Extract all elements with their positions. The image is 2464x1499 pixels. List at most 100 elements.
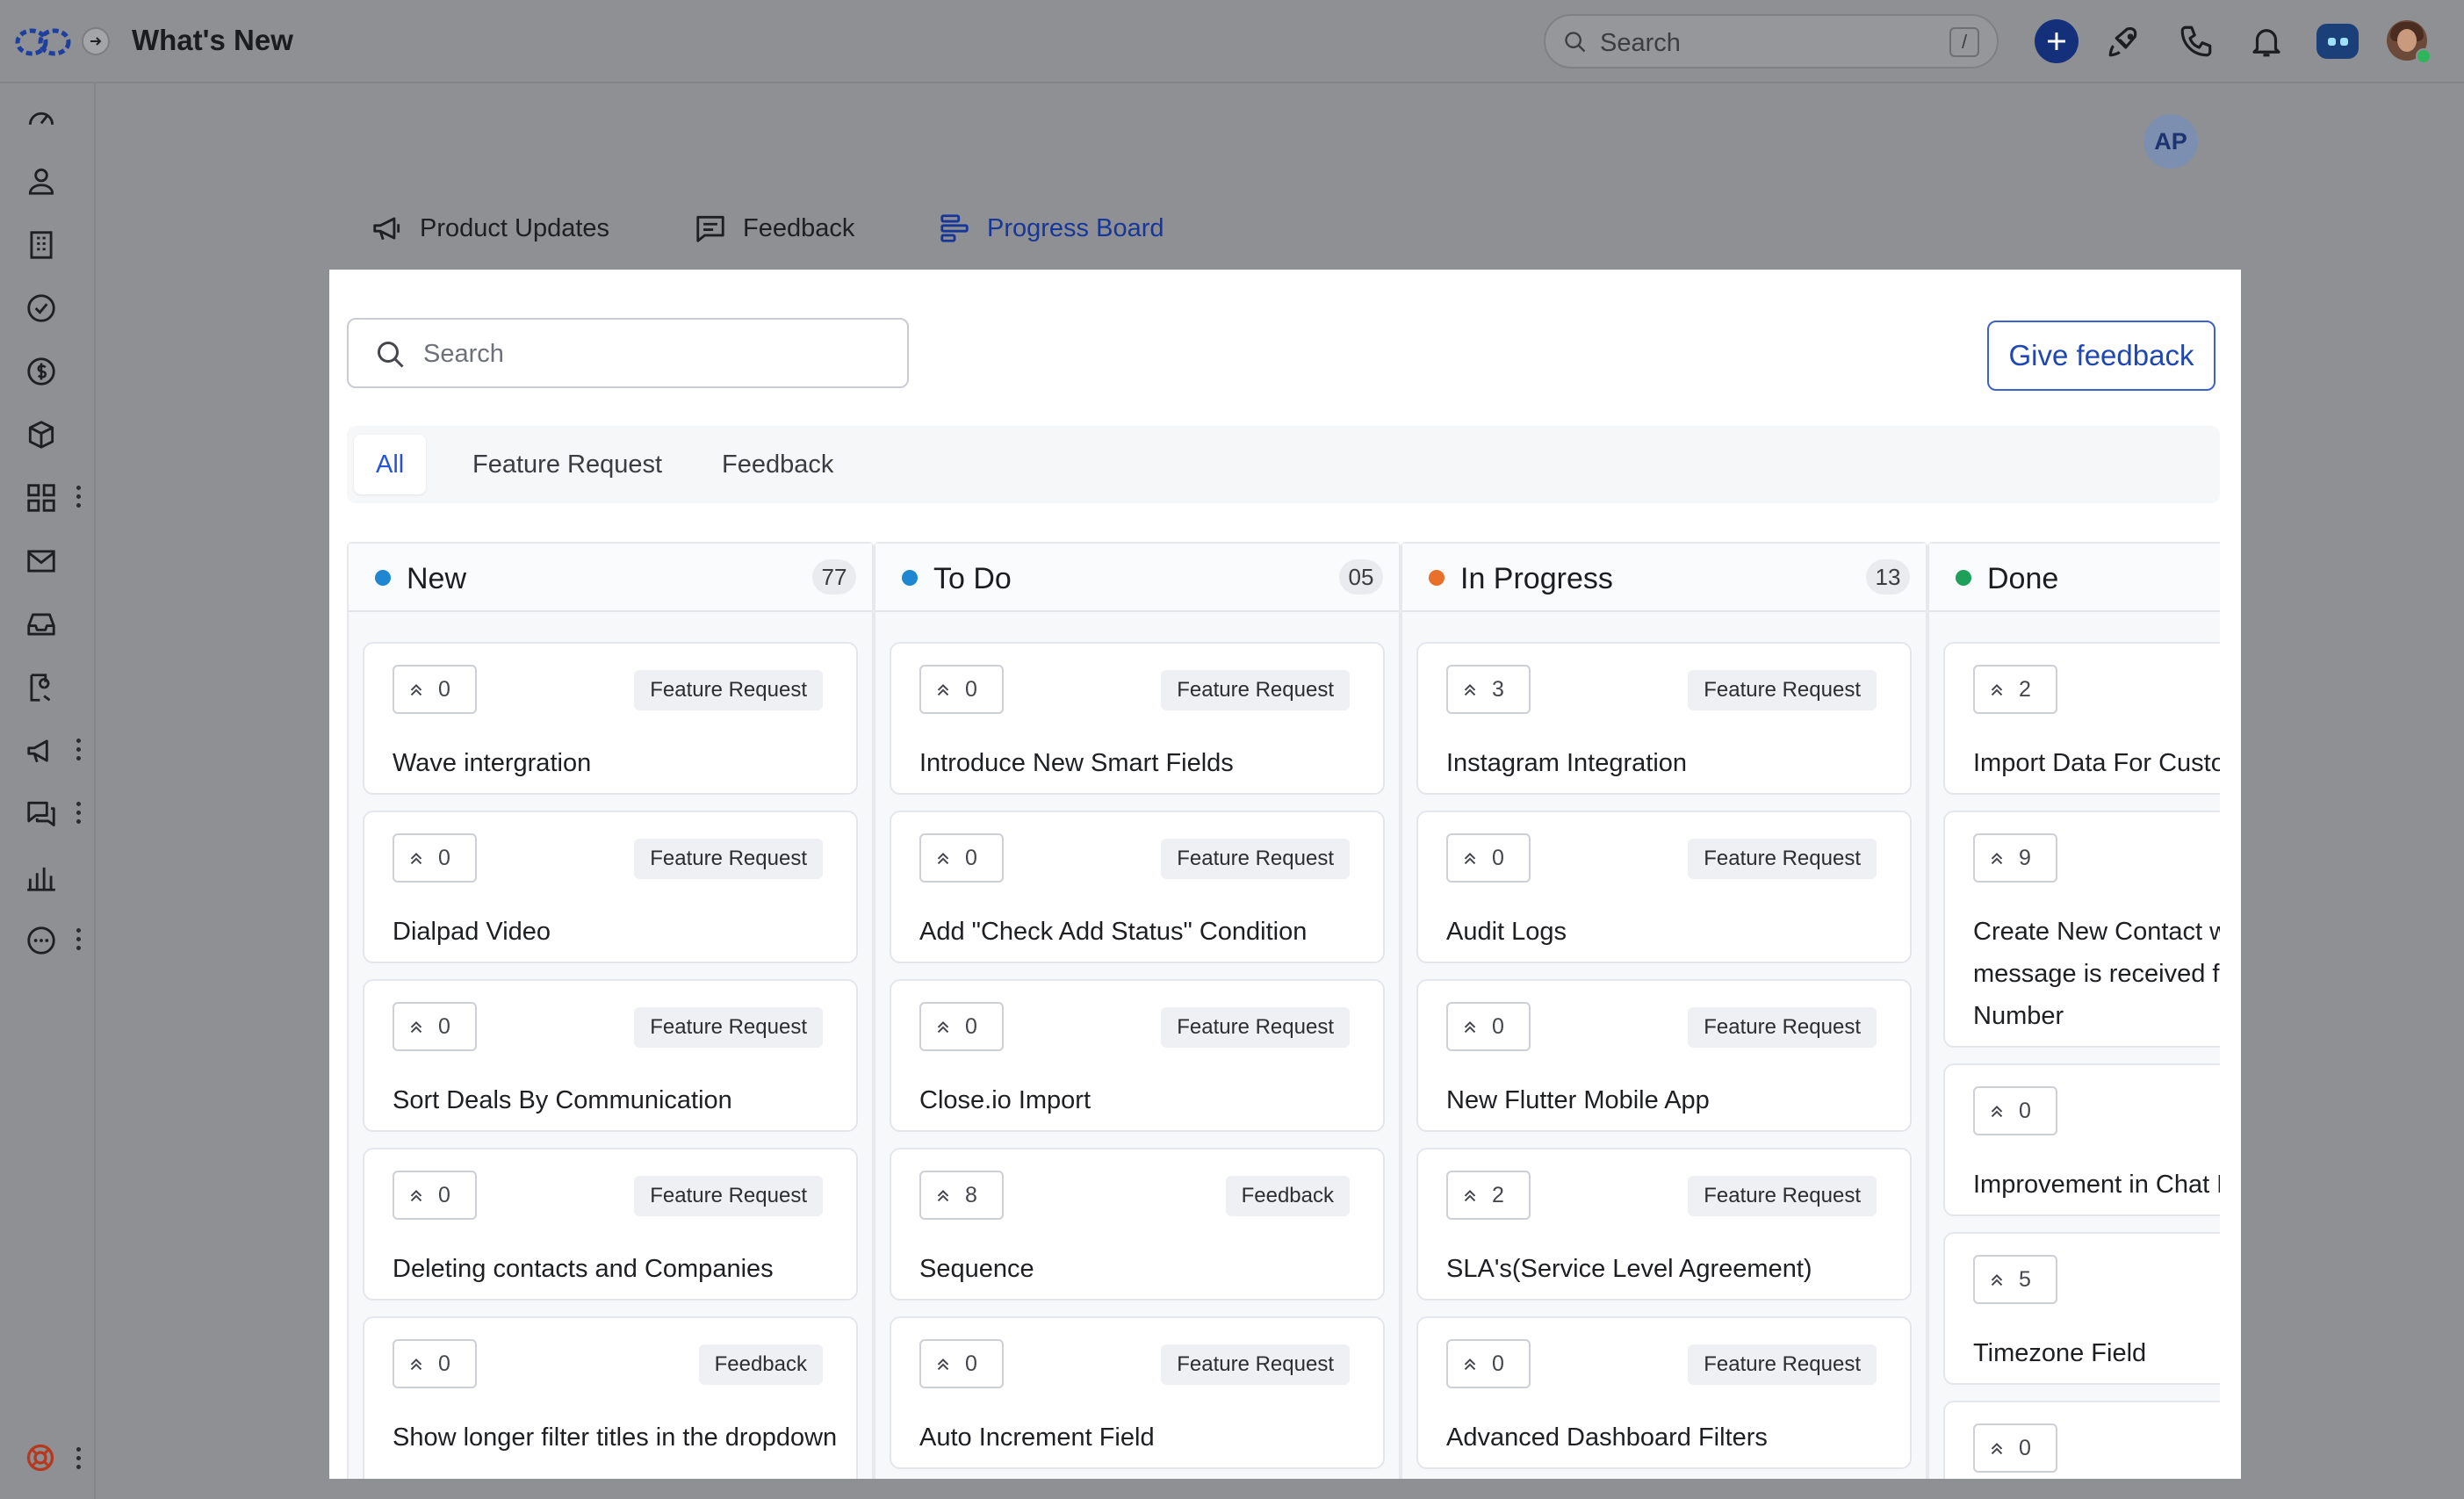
feedback-card[interactable]: 0 Feature Request Deleting contacts and Co… (363, 1148, 858, 1301)
upvote-button[interactable]: 0 (919, 1002, 1004, 1051)
apps-grid-icon[interactable] (25, 481, 58, 515)
vote-count: 0 (965, 676, 977, 702)
upvote-button[interactable]: 0 (393, 1002, 477, 1051)
feedback-card[interactable]: 0 Feature Request Sort Deals By Communicat… (363, 979, 858, 1132)
column-header: To Do 05 (875, 544, 1399, 612)
vote-count: 0 (965, 1013, 977, 1039)
upvote-button[interactable]: 0 (1446, 1339, 1531, 1388)
feedback-card[interactable]: 0 (1943, 1401, 2220, 1479)
feedback-card[interactable]: 5 Timezone Field (1943, 1232, 2220, 1385)
tasks-check-icon[interactable] (25, 292, 58, 325)
feedback-card[interactable]: 0 Feature Request Advanced Dashboard Filte… (1416, 1316, 1912, 1469)
tab-feedback-label: Feedback (743, 213, 855, 242)
upvote-button[interactable]: 8 (919, 1171, 1004, 1220)
support-more-menu[interactable] (76, 1447, 83, 1470)
campaigns-more-menu[interactable] (76, 739, 83, 761)
feedback-card[interactable]: 2 Import Data For Custo (1943, 642, 2220, 795)
category-tag: Feature Request (1161, 839, 1350, 879)
upvote-button[interactable]: 0 (919, 1339, 1004, 1388)
rocket-icon[interactable] (2106, 23, 2143, 60)
feedback-card[interactable]: 0 Feature Request Audit Logs (1416, 811, 1912, 963)
upvote-button[interactable]: 0 (919, 665, 1004, 714)
upvote-button[interactable]: 0 (393, 833, 477, 883)
card-title: Import Data For Custo (1973, 749, 2220, 777)
companies-building-icon[interactable] (25, 228, 58, 262)
filter-all[interactable]: All (354, 435, 427, 494)
upvote-button[interactable]: 5 (1973, 1255, 2057, 1304)
upvote-button[interactable]: 2 (1973, 665, 2057, 714)
email-icon[interactable] (25, 544, 58, 578)
expand-sidebar-button[interactable] (82, 27, 110, 55)
user-initials-avatar[interactable]: AP (2143, 114, 2198, 169)
upvote-button[interactable]: 0 (393, 665, 477, 714)
conversations-chat-icon[interactable] (25, 797, 58, 831)
feedback-card[interactable]: 2 Feature Request SLA's(Service Level Agre… (1416, 1148, 1912, 1301)
category-tag: Feature Request (634, 839, 823, 879)
more-circle-icon[interactable] (25, 924, 58, 957)
quick-add-button[interactable] (2035, 19, 2079, 63)
status-dot (1429, 570, 1445, 586)
filter-feedback[interactable]: Feedback (700, 435, 855, 494)
upvote-button[interactable]: 2 (1446, 1171, 1531, 1220)
products-box-icon[interactable] (25, 418, 58, 451)
bell-icon[interactable] (2248, 23, 2285, 60)
double-chevron-up-icon (937, 1189, 949, 1202)
inbox-icon[interactable] (25, 608, 58, 641)
deals-dollar-icon[interactable] (25, 355, 58, 388)
feedback-card[interactable]: 0 Feature Request Auto Increment Field (890, 1316, 1385, 1469)
sidebar (0, 83, 96, 1499)
card-title: Audit Logs (1446, 918, 1567, 946)
feedback-card[interactable]: 9 Create New Contact w message is receive… (1943, 811, 2220, 1048)
upvote-button[interactable]: 0 (1973, 1423, 2057, 1473)
give-feedback-button[interactable]: Give feedback (1987, 321, 2215, 391)
upvote-button[interactable]: 0 (919, 833, 1004, 883)
more-apps-menu[interactable] (76, 928, 83, 951)
upvote-button[interactable]: 0 (1446, 1002, 1531, 1051)
double-chevron-up-icon (410, 1358, 422, 1371)
vote-count: 0 (965, 845, 977, 870)
board-search-input[interactable]: Search (347, 318, 909, 388)
feedback-card[interactable]: 0 Feature Request Introduce New Smart Fiel… (890, 642, 1385, 795)
sequences-icon[interactable] (25, 671, 58, 704)
feedback-card[interactable]: 0 Feature Request Wave intergration (363, 642, 858, 795)
app-logo-icon[interactable] (14, 25, 72, 60)
card-title: Create New Contact w message is received… (1973, 918, 2220, 1030)
filter-feature-request[interactable]: Feature Request (450, 435, 684, 494)
vote-count: 0 (438, 1182, 450, 1207)
tab-feedback[interactable]: Feedback (694, 206, 854, 250)
vote-count: 9 (2019, 845, 2031, 870)
contacts-icon[interactable] (25, 164, 58, 198)
board-column-done: Done 2 Import Data For Custo 9 Create New Co… (1927, 542, 2220, 1479)
apps-more-menu[interactable] (76, 486, 83, 508)
double-chevron-up-icon (1991, 1105, 2003, 1118)
feedback-card[interactable]: 0 Feature Request New Flutter Mobile App (1416, 979, 1912, 1132)
upvote-button[interactable]: 0 (393, 1171, 477, 1220)
tab-product-updates[interactable]: Product Updates (371, 206, 609, 250)
tab-progress-board[interactable]: Progress Board (938, 206, 1164, 250)
feedback-card[interactable]: 3 Feature Request Instagram Integration (1416, 642, 1912, 795)
feedback-card[interactable]: 0 Feature Request Dialpad Video (363, 811, 858, 963)
ai-eye-icon (2327, 37, 2336, 46)
column-title: To Do (933, 562, 1012, 595)
support-lifebuoy-icon[interactable] (25, 1442, 56, 1474)
upvote-button[interactable]: 3 (1446, 665, 1531, 714)
conversations-more-menu[interactable] (76, 802, 83, 825)
double-chevron-up-icon (937, 852, 949, 865)
feedback-card[interactable]: 0 Feature Request Add "Check Add Status" C… (890, 811, 1385, 963)
upvote-button[interactable]: 0 (1973, 1086, 2057, 1135)
feedback-card[interactable]: 0 Feature Request Close.io Import (890, 979, 1385, 1132)
feedback-card[interactable]: 0 Improvement in Chat F (1943, 1063, 2220, 1216)
upvote-button[interactable]: 0 (1446, 833, 1531, 883)
campaigns-megaphone-icon[interactable] (25, 734, 58, 768)
feedback-card[interactable]: 0 Feedback Show longer filter titles in th… (363, 1316, 858, 1479)
phone-icon[interactable] (2178, 23, 2215, 60)
upvote-button[interactable]: 9 (1973, 833, 2057, 883)
feedback-card[interactable]: 8 Feedback Sequence (890, 1148, 1385, 1301)
column-count-badge: 13 (1866, 559, 1910, 595)
arrow-right-icon (90, 37, 102, 46)
global-search-input[interactable]: Search / (1544, 14, 1999, 68)
reports-bar-chart-icon[interactable] (25, 861, 58, 894)
ai-assistant-button[interactable] (2316, 24, 2359, 59)
upvote-button[interactable]: 0 (393, 1339, 477, 1388)
dashboard-gauge-icon[interactable] (25, 101, 58, 134)
